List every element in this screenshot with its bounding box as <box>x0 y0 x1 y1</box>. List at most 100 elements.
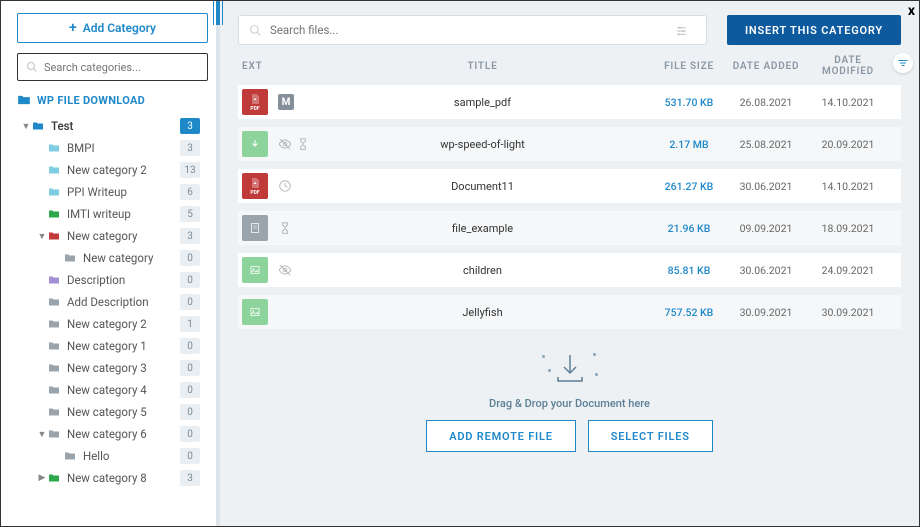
table-header: EXT TITLE FILE SIZE DATE ADDED DATE MODI… <box>220 55 919 85</box>
row-badges <box>278 179 312 193</box>
m-badge: M <box>278 94 294 110</box>
tree-item-label: New category 4 <box>67 383 180 397</box>
file-title: file_example <box>312 222 653 235</box>
count-badge: 3 <box>180 228 200 244</box>
dropzone[interactable]: Drag & Drop your Document here ADD REMOT… <box>220 351 919 472</box>
folder-icon <box>63 252 77 264</box>
file-date-modified: 24.09.2021 <box>807 264 889 277</box>
header-date-added[interactable]: DATE ADDED <box>725 61 807 72</box>
tree-item[interactable]: ▶New category 83 <box>17 467 206 489</box>
tree-item[interactable]: New category 213 <box>17 159 206 181</box>
file-row[interactable]: PDFDocument11261.27 KB30.06.202114.10.20… <box>238 169 901 203</box>
select-files-button[interactable]: SELECT FILES <box>588 420 713 452</box>
search-categories-container <box>17 53 208 81</box>
header-label: WP FILE DOWNLOAD <box>37 94 145 107</box>
folder-icon <box>47 318 61 330</box>
header-title[interactable]: TITLE <box>312 61 653 72</box>
dropzone-text: Drag & Drop your Document here <box>489 397 650 410</box>
tree-item[interactable]: IMTI writeup5 <box>17 203 206 225</box>
folder-icon <box>47 472 61 484</box>
tree-item[interactable]: New category 40 <box>17 379 206 401</box>
hourglass-icon <box>296 137 310 151</box>
file-row[interactable]: file_example21.96 KB09.09.202118.09.2021 <box>238 211 901 245</box>
tree-item-label: New category 8 <box>67 471 180 485</box>
header-date-modified[interactable]: DATE MODIFIED <box>807 55 889 77</box>
tree-item[interactable]: New category 30 <box>17 357 206 379</box>
search-categories-input[interactable] <box>44 61 199 74</box>
folder-icon <box>47 362 61 374</box>
tree-item-label: New category 6 <box>67 427 180 441</box>
search-files-input[interactable] <box>270 23 675 37</box>
count-badge: 3 <box>180 470 200 486</box>
count-badge: 0 <box>180 448 200 464</box>
file-size: 2.17 MB <box>653 138 725 151</box>
insert-category-button[interactable]: INSERT THIS CATEGORY <box>727 15 901 45</box>
tree-item-label: Add Description <box>67 295 180 309</box>
header-ext[interactable]: EXT <box>242 61 312 72</box>
folder-icon <box>47 384 61 396</box>
file-title: Jellyfish <box>312 306 653 319</box>
tree-item-label: IMTI writeup <box>67 207 180 221</box>
folder-icon <box>63 450 77 462</box>
file-type-icon <box>242 215 268 241</box>
tree-item[interactable]: Add Description0 <box>17 291 206 313</box>
add-remote-file-button[interactable]: ADD REMOTE FILE <box>426 420 576 452</box>
expand-arrow-icon: ▼ <box>21 121 31 132</box>
tree-item-label: PPI Writeup <box>67 185 180 199</box>
file-type-icon <box>242 131 268 157</box>
tree-item[interactable]: ▼New category3 <box>17 225 206 247</box>
search-icon <box>249 24 262 37</box>
file-type-icon <box>242 257 268 283</box>
header-filesize[interactable]: FILE SIZE <box>653 61 725 72</box>
search-files-container <box>238 15 707 45</box>
tree-item[interactable]: New category 10 <box>17 335 206 357</box>
tree-item-label: New category 2 <box>67 163 180 177</box>
folder-icon <box>47 340 61 352</box>
tree-item-label: New category 5 <box>67 405 180 419</box>
eye-off-icon <box>278 263 292 277</box>
folder-icon <box>47 274 61 286</box>
column-filter-button[interactable] <box>893 53 913 73</box>
tree-item-label: New category 2 <box>67 317 180 331</box>
tree-item[interactable]: New category 21 <box>17 313 206 335</box>
add-category-button[interactable]: + Add Category <box>17 13 208 43</box>
tree-item[interactable]: Description0 <box>17 269 206 291</box>
file-date-modified: 14.10.2021 <box>807 180 889 193</box>
file-date-added: 25.08.2021 <box>725 138 807 151</box>
tree-item[interactable]: New category 50 <box>17 401 206 423</box>
tree-item[interactable]: ▼Test3 <box>17 115 206 137</box>
count-badge: 0 <box>180 426 200 442</box>
file-title: wp-speed-of-light <box>312 138 653 151</box>
filter-icon <box>897 57 909 69</box>
count-badge: 0 <box>180 360 200 376</box>
tree-item[interactable]: PPI Writeup6 <box>17 181 206 203</box>
file-title: children <box>312 264 653 277</box>
count-badge: 0 <box>180 382 200 398</box>
folder-icon <box>47 186 61 198</box>
file-row[interactable]: children85.81 KB30.06.202124.09.2021 <box>238 253 901 287</box>
count-badge: 0 <box>180 250 200 266</box>
file-type-icon: PDF <box>242 89 268 115</box>
folder-icon <box>47 428 61 440</box>
file-row[interactable]: Jellyfish757.52 KB30.09.202130.09.2021 <box>238 295 901 329</box>
file-row[interactable]: wp-speed-of-light2.17 MB25.08.202120.09.… <box>238 127 901 161</box>
tree-item-label: Test <box>51 119 180 133</box>
wp-file-download-header[interactable]: WP FILE DOWNLOAD <box>17 93 206 107</box>
tree-item[interactable]: ▼New category 60 <box>17 423 206 445</box>
count-badge: 0 <box>180 404 200 420</box>
file-size: 531.70 KB <box>653 96 725 109</box>
file-date-modified: 14.10.2021 <box>807 96 889 109</box>
folder-icon <box>47 142 61 154</box>
row-badges <box>278 221 312 235</box>
file-row[interactable]: PDFMsample_pdf531.70 KB26.08.202114.10.2… <box>238 85 901 119</box>
close-icon[interactable]: x <box>904 1 919 21</box>
eye-off-icon <box>278 137 292 151</box>
row-badges <box>278 263 312 277</box>
tree-item[interactable]: New category0 <box>17 247 206 269</box>
tree-item[interactable]: Hello0 <box>17 445 206 467</box>
row-badges: M <box>278 94 312 110</box>
tree-item-label: Hello <box>83 449 180 463</box>
filter-toggle-icon[interactable] <box>675 24 688 37</box>
tree-item[interactable]: BMPI3 <box>17 137 206 159</box>
tree-item-label: Description <box>67 273 180 287</box>
